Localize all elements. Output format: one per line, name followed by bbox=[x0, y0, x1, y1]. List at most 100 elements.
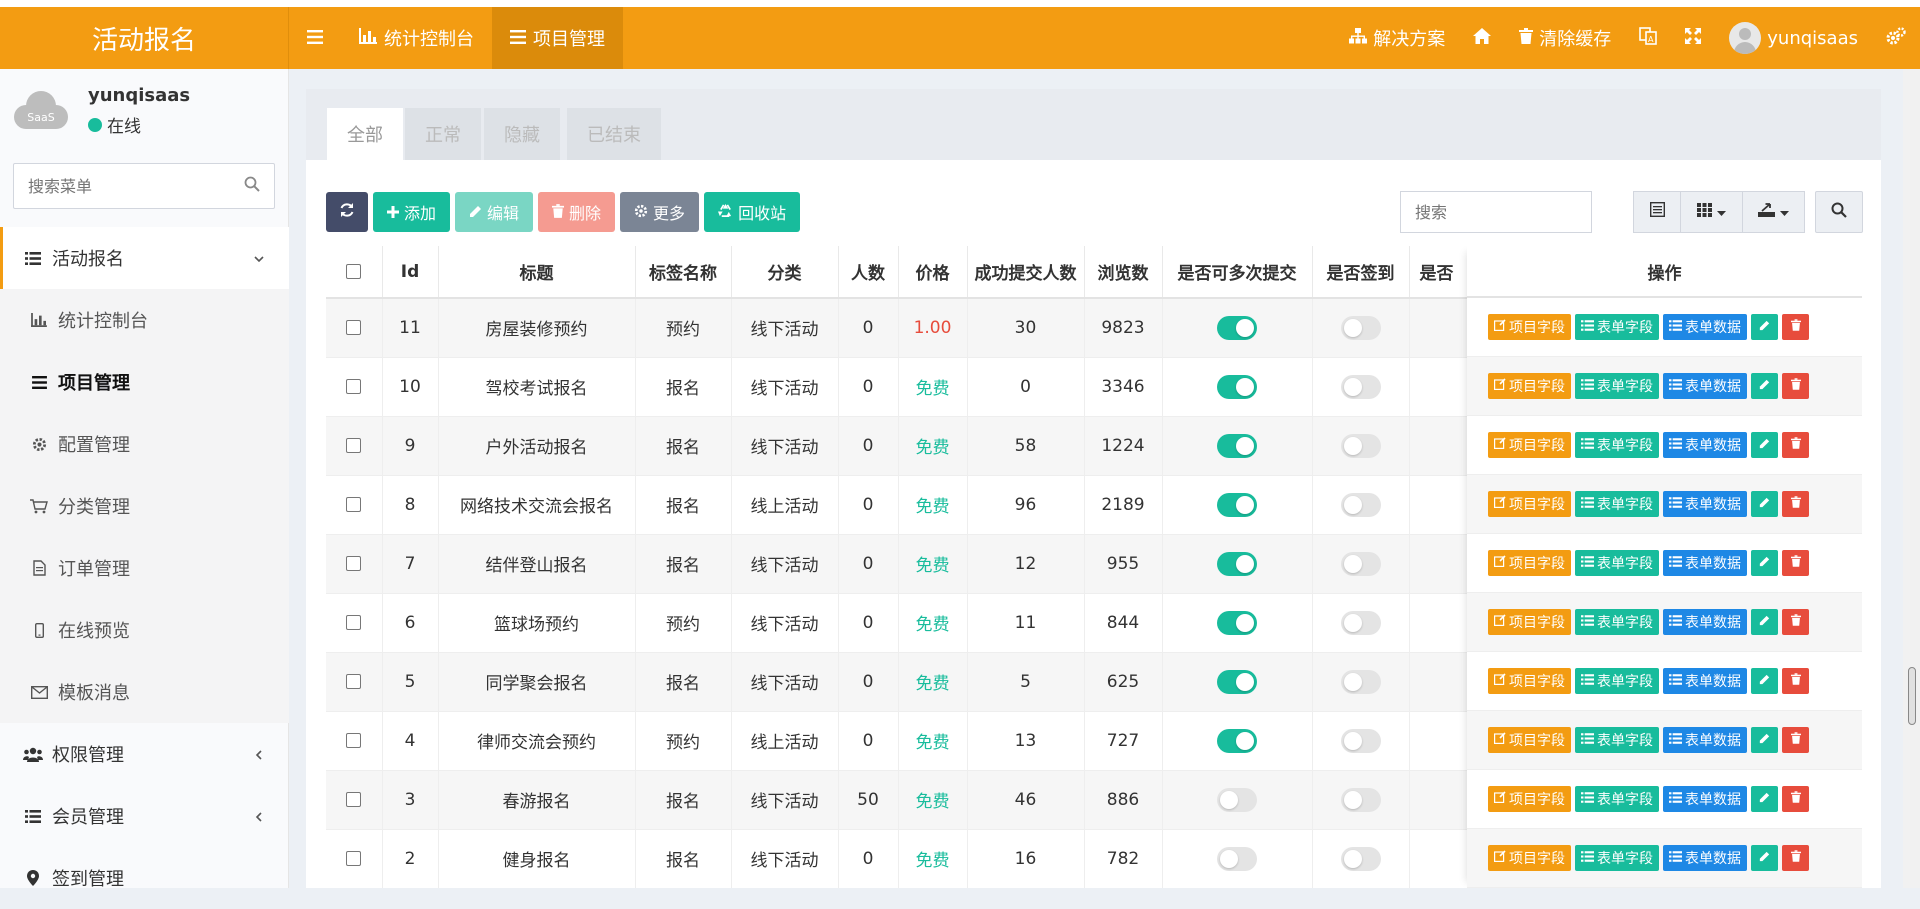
table-row[interactable]: 7 结伴登山报名 报名 线下活动 0 免费 12 955 bbox=[326, 534, 1565, 594]
search-toggle-button[interactable] bbox=[1815, 191, 1863, 233]
multi-submit-toggle[interactable] bbox=[1217, 669, 1257, 694]
recycle-bin-button[interactable]: 回收站 bbox=[704, 192, 801, 232]
form-fields-button[interactable]: 表单字段 bbox=[1575, 727, 1659, 753]
project-fields-button[interactable]: 项目字段 bbox=[1488, 609, 1571, 635]
export-button[interactable] bbox=[1742, 191, 1805, 233]
tab-all[interactable]: 全部 bbox=[327, 108, 403, 160]
table-row[interactable]: 11 房屋装修预约 预约 线下活动 0 1.00 30 9823 bbox=[326, 298, 1565, 358]
column-header[interactable]: 浏览数 bbox=[1084, 246, 1163, 299]
row-delete-button[interactable] bbox=[1782, 845, 1809, 871]
user-menu[interactable]: yunqisaas bbox=[1715, 7, 1872, 69]
multi-submit-toggle[interactable] bbox=[1217, 433, 1257, 458]
search-icon[interactable] bbox=[244, 176, 260, 197]
signin-toggle[interactable] bbox=[1340, 433, 1381, 458]
column-header[interactable]: 成功提交人数 bbox=[967, 246, 1085, 299]
row-checkbox[interactable] bbox=[346, 674, 362, 689]
column-header[interactable]: 价格 bbox=[898, 246, 968, 299]
form-fields-button[interactable]: 表单字段 bbox=[1575, 845, 1659, 871]
sidebar-item-dashboard[interactable]: 统计控制台 bbox=[0, 289, 289, 351]
project-fields-button[interactable]: 项目字段 bbox=[1488, 491, 1571, 517]
row-delete-button[interactable] bbox=[1782, 727, 1809, 753]
sidebar-item-category[interactable]: 分类管理 bbox=[0, 475, 289, 537]
form-fields-button[interactable]: 表单字段 bbox=[1575, 786, 1659, 812]
column-header[interactable]: Id bbox=[382, 246, 439, 299]
multi-submit-toggle[interactable] bbox=[1217, 315, 1257, 340]
row-edit-button[interactable] bbox=[1751, 668, 1778, 694]
row-checkbox[interactable] bbox=[346, 733, 362, 748]
translate-button[interactable]: A bbox=[1625, 7, 1671, 69]
table-row[interactable]: 4 律师交流会预约 预约 线上活动 0 免费 13 727 bbox=[326, 711, 1565, 771]
table-row[interactable]: 3 春游报名 报名 线下活动 50 免费 46 886 bbox=[326, 770, 1565, 830]
row-delete-button[interactable] bbox=[1782, 550, 1809, 576]
signin-toggle[interactable] bbox=[1340, 492, 1381, 517]
row-checkbox[interactable] bbox=[346, 379, 362, 394]
form-data-button[interactable]: 表单数据 bbox=[1663, 314, 1747, 340]
row-checkbox[interactable] bbox=[346, 851, 362, 866]
form-fields-button[interactable]: 表单字段 bbox=[1575, 432, 1659, 458]
row-delete-button[interactable] bbox=[1782, 314, 1809, 340]
form-data-button[interactable]: 表单数据 bbox=[1663, 432, 1747, 458]
row-delete-button[interactable] bbox=[1782, 609, 1809, 635]
table-row[interactable]: 8 网络技术交流会报名 报名 线上活动 0 免费 96 2189 bbox=[326, 475, 1565, 535]
sidebar-item-config[interactable]: 配置管理 bbox=[0, 413, 289, 475]
columns-toggle-button[interactable] bbox=[1680, 191, 1743, 233]
project-fields-button[interactable]: 项目字段 bbox=[1488, 432, 1571, 458]
signin-toggle[interactable] bbox=[1340, 846, 1381, 871]
sidebar-item-permissions[interactable]: 权限管理 bbox=[0, 723, 289, 785]
header-tab-dashboard[interactable]: 统计控制台 bbox=[341, 7, 492, 69]
row-edit-button[interactable] bbox=[1751, 432, 1778, 458]
tab-hidden[interactable]: 隐藏 bbox=[484, 108, 560, 160]
row-delete-button[interactable] bbox=[1782, 373, 1809, 399]
table-search-input[interactable] bbox=[1401, 192, 1581, 232]
tab-ended[interactable]: 已结束 bbox=[567, 108, 661, 160]
column-header[interactable]: 标题 bbox=[438, 246, 636, 299]
fullscreen-button[interactable] bbox=[1671, 7, 1715, 69]
form-data-button[interactable]: 表单数据 bbox=[1663, 786, 1747, 812]
table-row[interactable]: 5 同学聚会报名 报名 线下活动 0 免费 5 625 bbox=[326, 652, 1565, 712]
sidebar-item-members[interactable]: 会员管理 bbox=[0, 785, 289, 847]
signin-toggle[interactable] bbox=[1340, 610, 1381, 635]
refresh-button[interactable] bbox=[326, 192, 368, 232]
project-fields-button[interactable]: 项目字段 bbox=[1488, 550, 1571, 576]
form-fields-button[interactable]: 表单字段 bbox=[1575, 668, 1659, 694]
column-header[interactable]: 是否签到 bbox=[1312, 246, 1410, 299]
row-delete-button[interactable] bbox=[1782, 668, 1809, 694]
multi-submit-toggle[interactable] bbox=[1217, 728, 1257, 753]
row-edit-button[interactable] bbox=[1751, 550, 1778, 576]
row-edit-button[interactable] bbox=[1751, 727, 1778, 753]
row-delete-button[interactable] bbox=[1782, 491, 1809, 517]
scrollbar-thumb[interactable] bbox=[1908, 667, 1916, 725]
row-edit-button[interactable] bbox=[1751, 491, 1778, 517]
signin-toggle[interactable] bbox=[1340, 728, 1381, 753]
sidebar-item-preview[interactable]: 在线预览 bbox=[0, 599, 289, 661]
sidebar-item-orders[interactable]: 订单管理 bbox=[0, 537, 289, 599]
row-edit-button[interactable] bbox=[1751, 845, 1778, 871]
project-fields-button[interactable]: 项目字段 bbox=[1488, 845, 1571, 871]
sidebar-item-template-msg[interactable]: 模板消息 bbox=[0, 661, 289, 723]
form-data-button[interactable]: 表单数据 bbox=[1663, 668, 1747, 694]
tab-normal[interactable]: 正常 bbox=[405, 108, 481, 160]
home-button[interactable] bbox=[1459, 7, 1505, 69]
row-edit-button[interactable] bbox=[1751, 786, 1778, 812]
form-data-button[interactable]: 表单数据 bbox=[1663, 609, 1747, 635]
row-checkbox[interactable] bbox=[346, 556, 362, 571]
form-data-button[interactable]: 表单数据 bbox=[1663, 550, 1747, 576]
multi-submit-toggle[interactable] bbox=[1217, 846, 1257, 871]
table-row[interactable]: 10 驾校考试报名 报名 线下活动 0 免费 0 3346 bbox=[326, 357, 1565, 417]
sidebar-item-signin[interactable]: 签到管理 bbox=[0, 847, 289, 909]
select-all-checkbox[interactable] bbox=[346, 264, 362, 279]
clear-cache-button[interactable]: 清除缓存 bbox=[1505, 7, 1625, 69]
settings-button[interactable] bbox=[1872, 7, 1920, 69]
form-fields-button[interactable]: 表单字段 bbox=[1575, 373, 1659, 399]
multi-submit-toggle[interactable] bbox=[1217, 492, 1257, 517]
multi-submit-toggle[interactable] bbox=[1217, 610, 1257, 635]
menu-search-input[interactable] bbox=[14, 164, 234, 208]
form-fields-button[interactable]: 表单字段 bbox=[1575, 491, 1659, 517]
solutions-link[interactable]: 解决方案 bbox=[1335, 7, 1459, 69]
multi-submit-toggle[interactable] bbox=[1217, 374, 1257, 399]
project-fields-button[interactable]: 项目字段 bbox=[1488, 668, 1571, 694]
delete-button[interactable]: 删除 bbox=[538, 192, 616, 232]
form-data-button[interactable]: 表单数据 bbox=[1663, 373, 1747, 399]
row-checkbox[interactable] bbox=[346, 320, 362, 336]
row-checkbox[interactable] bbox=[346, 792, 362, 807]
